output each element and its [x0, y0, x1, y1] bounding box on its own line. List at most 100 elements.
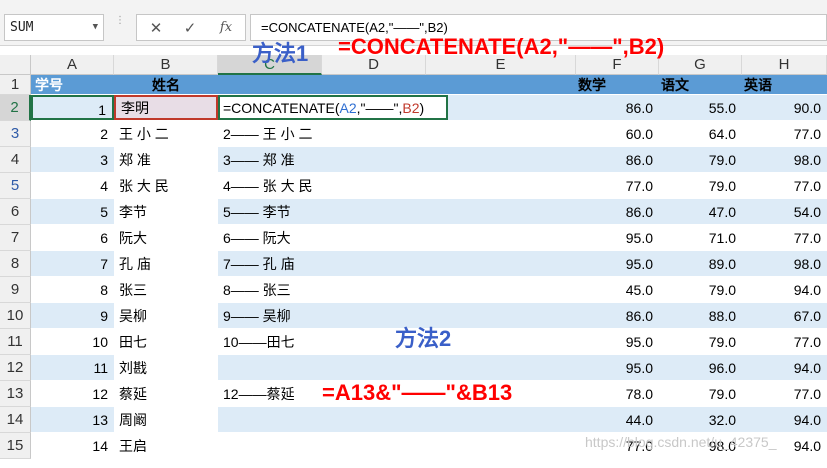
cell-g[interactable]: 32.0 — [659, 407, 742, 432]
cell-g[interactable]: 79.0 — [659, 173, 742, 198]
cell-g[interactable]: 88.0 — [659, 303, 742, 328]
active-cell-c2[interactable]: =CONCATENATE(A2,"——",B2) — [218, 95, 448, 120]
cell-g[interactable]: 96.0 — [659, 355, 742, 380]
name-box[interactable]: SUM ▼ — [4, 14, 104, 41]
row-header-15[interactable]: 15 — [0, 433, 31, 459]
cell-b[interactable]: 王 小 二 — [114, 121, 218, 146]
header-cell-math[interactable]: 数学 — [576, 75, 659, 94]
row-header-6[interactable]: 6 — [0, 199, 31, 225]
cell-f[interactable]: 45.0 — [576, 277, 659, 302]
row-header-9[interactable]: 9 — [0, 277, 31, 303]
cell-f[interactable]: 60.0 — [576, 121, 659, 146]
cell-f[interactable]: 86.0 — [576, 147, 659, 172]
cell-c[interactable]: 4—— 张 大 民 — [218, 173, 322, 198]
cell-g[interactable]: 64.0 — [659, 121, 742, 146]
cell-c[interactable]: 2—— 王 小 二 — [218, 121, 322, 146]
row-header-7[interactable]: 7 — [0, 225, 31, 251]
cell-c[interactable]: 12——蔡延 — [218, 381, 322, 406]
cell-a[interactable]: 7 — [31, 251, 114, 276]
cell-c[interactable] — [218, 433, 322, 458]
cell-a[interactable]: 8 — [31, 277, 114, 302]
insert-function-icon[interactable]: fx — [213, 18, 239, 38]
cell-h[interactable]: 67.0 — [742, 303, 827, 328]
cell-f[interactable]: 86.0 — [576, 303, 659, 328]
cell-c[interactable]: 10——田七 — [218, 329, 322, 354]
cell-f[interactable]: 86.0 — [576, 95, 659, 120]
cell-b[interactable]: 刘戡 — [114, 355, 218, 380]
cell-h[interactable]: 77.0 — [742, 173, 827, 198]
row-header-11[interactable]: 11 — [0, 329, 31, 355]
cell-b[interactable]: 王启 — [114, 433, 218, 458]
cell-g[interactable]: 79.0 — [659, 381, 742, 406]
cell-h[interactable]: 77.0 — [742, 121, 827, 146]
cell-f[interactable]: 78.0 — [576, 381, 659, 406]
col-header-h[interactable]: H — [742, 55, 827, 75]
cell-a[interactable]: 2 — [31, 121, 114, 146]
drag-handle-icon[interactable]: ⋮ — [115, 16, 125, 36]
cell-b[interactable]: 田七 — [114, 329, 218, 354]
cell-c[interactable]: 7—— 孔 庙 — [218, 251, 322, 276]
cell-b[interactable]: 张三 — [114, 277, 218, 302]
cell-b[interactable]: 孔 庙 — [114, 251, 218, 276]
cell-h[interactable]: 94.0 — [742, 277, 827, 302]
cancel-icon[interactable]: ✕ — [143, 18, 169, 38]
cell-c[interactable]: 3—— 郑 准 — [218, 147, 322, 172]
cell-b[interactable]: 蔡延 — [114, 381, 218, 406]
header-cell-chinese[interactable]: 语文 — [659, 75, 742, 94]
header-cell-id[interactable]: 学号 — [31, 75, 114, 94]
cell-h[interactable]: 98.0 — [742, 251, 827, 276]
row-header-10[interactable]: 10 — [0, 303, 31, 329]
cell-h[interactable]: 77.0 — [742, 329, 827, 354]
cell-c[interactable] — [218, 355, 322, 380]
col-header-g[interactable]: G — [659, 55, 742, 75]
col-header-b[interactable]: B — [114, 55, 218, 75]
cell-h[interactable]: 54.0 — [742, 199, 827, 224]
chevron-down-icon[interactable]: ▼ — [93, 15, 98, 40]
cell-h[interactable]: 98.0 — [742, 147, 827, 172]
row-header-2[interactable]: 2 — [0, 95, 31, 121]
header-cell-name[interactable]: 姓名 — [114, 75, 218, 94]
cell-g[interactable]: 71.0 — [659, 225, 742, 250]
cell-a[interactable]: 14 — [31, 433, 114, 458]
cell-a[interactable]: 3 — [31, 147, 114, 172]
cell-f[interactable]: 77.0 — [576, 173, 659, 198]
cell-b[interactable]: 张 大 民 — [114, 173, 218, 198]
header-cell-english[interactable]: 英语 — [742, 75, 827, 94]
cell-f[interactable]: 95.0 — [576, 251, 659, 276]
row-header-5[interactable]: 5 — [0, 173, 31, 199]
confirm-icon[interactable]: ✓ — [177, 18, 203, 38]
cell-h[interactable]: 77.0 — [742, 225, 827, 250]
row-header-3[interactable]: 3 — [0, 121, 31, 147]
cell-h[interactable]: 94.0 — [742, 407, 827, 432]
cell-a[interactable]: 5 — [31, 199, 114, 224]
cell-b[interactable]: 李节 — [114, 199, 218, 224]
cell-b[interactable]: 吴柳 — [114, 303, 218, 328]
cell-a[interactable]: 11 — [31, 355, 114, 380]
cell-g[interactable]: 89.0 — [659, 251, 742, 276]
cell-c[interactable]: 9—— 吴柳 — [218, 303, 322, 328]
cell-h[interactable]: 90.0 — [742, 95, 827, 120]
cell-b[interactable]: 李明 — [114, 95, 218, 120]
cell-a[interactable]: 9 — [31, 303, 114, 328]
cell-f[interactable]: 44.0 — [576, 407, 659, 432]
cell-a[interactable]: 10 — [31, 329, 114, 354]
cell-a[interactable]: 6 — [31, 225, 114, 250]
col-header-a[interactable]: A — [31, 55, 114, 75]
cell-g[interactable]: 79.0 — [659, 329, 742, 354]
cell-h[interactable]: 77.0 — [742, 381, 827, 406]
cell-g[interactable]: 47.0 — [659, 199, 742, 224]
row-header-13[interactable]: 13 — [0, 381, 31, 407]
cell-a[interactable]: 13 — [31, 407, 114, 432]
cell-c[interactable]: 5—— 李节 — [218, 199, 322, 224]
cell-a[interactable]: 4 — [31, 173, 114, 198]
row-header-12[interactable]: 12 — [0, 355, 31, 381]
cell-g[interactable]: 79.0 — [659, 277, 742, 302]
cell-c[interactable] — [218, 407, 322, 432]
cell-h[interactable]: 94.0 — [742, 355, 827, 380]
cell-b[interactable]: 周阚 — [114, 407, 218, 432]
cell-b[interactable]: 阮大 — [114, 225, 218, 250]
row-header-8[interactable]: 8 — [0, 251, 31, 277]
cell-c[interactable]: 6—— 阮大 — [218, 225, 322, 250]
row-header-1[interactable]: 1 — [0, 75, 31, 95]
cell-f[interactable]: 95.0 — [576, 355, 659, 380]
